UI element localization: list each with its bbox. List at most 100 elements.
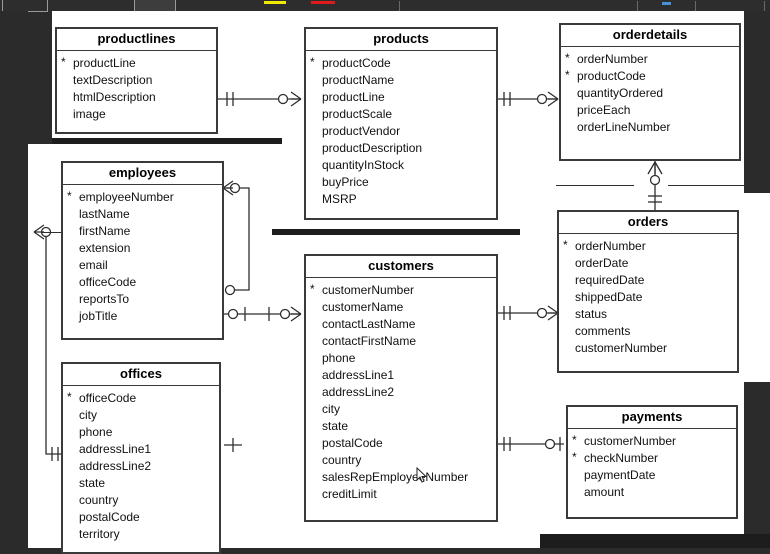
entity-title: productlines: [57, 29, 216, 52]
relationship-employees-self-reportsto: [222, 180, 250, 297]
entity-field: productLine: [57, 54, 216, 72]
entity-field: addressLine1: [79, 442, 152, 457]
relationship-line-segment: [668, 185, 744, 186]
entity-products[interactable]: products productCode productName product…: [304, 27, 498, 220]
entity-field: state: [79, 476, 106, 491]
entity-field: customerNumber: [568, 432, 736, 450]
entity-field: officeCode: [79, 275, 137, 290]
entity-field: productCode: [306, 54, 496, 72]
entity-field-list: orderNumber orderDate requiredDate shipp…: [559, 234, 737, 363]
entity-field: contactLastName: [322, 317, 416, 332]
entity-field-list: customerNumber customerName contactLastN…: [306, 278, 496, 509]
entity-field: productCode: [561, 67, 739, 85]
entity-field: city: [79, 408, 97, 423]
entity-title: products: [306, 29, 496, 52]
entity-title: customers: [306, 256, 496, 279]
relationship-customers-orders: [496, 305, 559, 321]
entity-field-list: employeeNumber lastName firstName extens…: [63, 185, 222, 331]
entity-customers[interactable]: customers customerNumber customerName co…: [304, 254, 498, 522]
entity-field: territory: [79, 527, 120, 542]
entity-field: amount: [584, 485, 625, 500]
mouse-cursor-icon: [416, 467, 428, 483]
entity-title: offices: [63, 364, 219, 387]
entity-field: customerName: [322, 300, 404, 315]
entity-field: addressLine1: [322, 368, 395, 383]
entity-field: orderNumber: [561, 50, 739, 68]
entity-employees[interactable]: employees employeeNumber lastName firstN…: [61, 161, 224, 340]
entity-field: email: [79, 258, 108, 273]
entity-field: productVendor: [322, 124, 401, 139]
entity-field-list: orderNumber productCode quantityOrdered …: [561, 47, 739, 142]
entity-field: lastName: [79, 207, 130, 222]
entity-field: buyPrice: [322, 175, 369, 190]
canvas-edge-shadow-right-bottom: [744, 382, 770, 534]
relationship-orderdetails-orders: [647, 160, 663, 210]
entity-title: payments: [568, 407, 736, 430]
entity-field: officeCode: [63, 389, 219, 407]
entity-field: country: [79, 493, 119, 508]
entity-field: extension: [79, 241, 131, 256]
entity-field: orderNumber: [559, 237, 737, 255]
entity-field-list: customerNumber checkNumber paymentDate a…: [568, 429, 736, 507]
entity-offices[interactable]: offices officeCode city phone addressLin…: [61, 362, 221, 554]
entity-field: checkNumber: [568, 449, 736, 467]
entity-title: orders: [559, 212, 737, 235]
entity-field: orderLineNumber: [577, 120, 671, 135]
entity-title: employees: [63, 163, 222, 186]
entity-field: textDescription: [73, 73, 153, 88]
entity-field: addressLine2: [79, 459, 152, 474]
entity-field: comments: [575, 324, 631, 339]
entity-field: contactFirstName: [322, 334, 417, 349]
entity-field: creditLimit: [322, 487, 377, 502]
entity-field: firstName: [79, 224, 131, 239]
entity-field: htmlDescription: [73, 90, 156, 105]
relationship-line-segment: [556, 185, 634, 186]
entity-field: phone: [322, 351, 356, 366]
entity-field: productScale: [322, 107, 393, 122]
entity-field: postalCode: [79, 510, 140, 525]
canvas-divider-center: [272, 229, 520, 235]
toolbar-indicator-icon[interactable]: [662, 2, 671, 5]
color-swatch-yellow[interactable]: [264, 1, 286, 4]
entity-field: phone: [79, 425, 113, 440]
entity-field: productLine: [322, 90, 385, 105]
entity-field: paymentDate: [584, 468, 656, 483]
entity-orders[interactable]: orders orderNumber orderDate requiredDat…: [557, 210, 739, 373]
entity-field: productName: [322, 73, 395, 88]
entity-field: status: [575, 307, 608, 322]
entity-field: quantityInStock: [322, 158, 405, 173]
entity-field: shippedDate: [575, 290, 643, 305]
entity-field: city: [322, 402, 340, 417]
entity-field: salesRepEmployeeNumber: [322, 470, 469, 485]
entity-field: addressLine2: [322, 385, 395, 400]
entity-field: reportsTo: [79, 292, 130, 307]
relationship-productlines-products: [213, 91, 302, 107]
entity-orderdetails[interactable]: orderdetails orderNumber productCode qua…: [559, 23, 741, 161]
entity-field: MSRP: [322, 192, 357, 207]
entity-title: orderdetails: [561, 25, 739, 48]
entity-field: country: [322, 453, 362, 468]
entity-field: image: [73, 107, 106, 122]
relationship-offices-marker: [224, 438, 242, 452]
entity-field-list: officeCode city phone addressLine1 addre…: [63, 386, 219, 549]
relationship-customers-payments: [496, 437, 564, 451]
entity-field: customerNumber: [306, 281, 496, 299]
entity-field-list: productLine textDescription htmlDescript…: [57, 51, 216, 129]
canvas-edge-shadow-right-top: [744, 11, 770, 193]
entity-field: productDescription: [322, 141, 423, 156]
entity-field: orderDate: [575, 256, 629, 271]
relationship-employees-customers: [223, 306, 302, 322]
canvas-edge-shadow-left: [0, 11, 28, 548]
entity-payments[interactable]: payments customerNumber checkNumber paym…: [566, 405, 738, 519]
relationship-products-orderdetails: [496, 91, 559, 107]
entity-field: customerNumber: [575, 341, 668, 356]
color-swatch-red[interactable]: [311, 1, 335, 4]
entity-field: employeeNumber: [63, 188, 222, 206]
canvas-divider-top: [52, 138, 282, 144]
canvas-divider-bottom-right: [540, 534, 770, 548]
entity-productlines[interactable]: productlines productLine textDescription…: [55, 27, 218, 134]
entity-field: jobTitle: [79, 309, 118, 324]
entity-field-list: productCode productName productLine prod…: [306, 51, 496, 214]
entity-field: priceEach: [577, 103, 631, 118]
entity-field: requiredDate: [575, 273, 645, 288]
